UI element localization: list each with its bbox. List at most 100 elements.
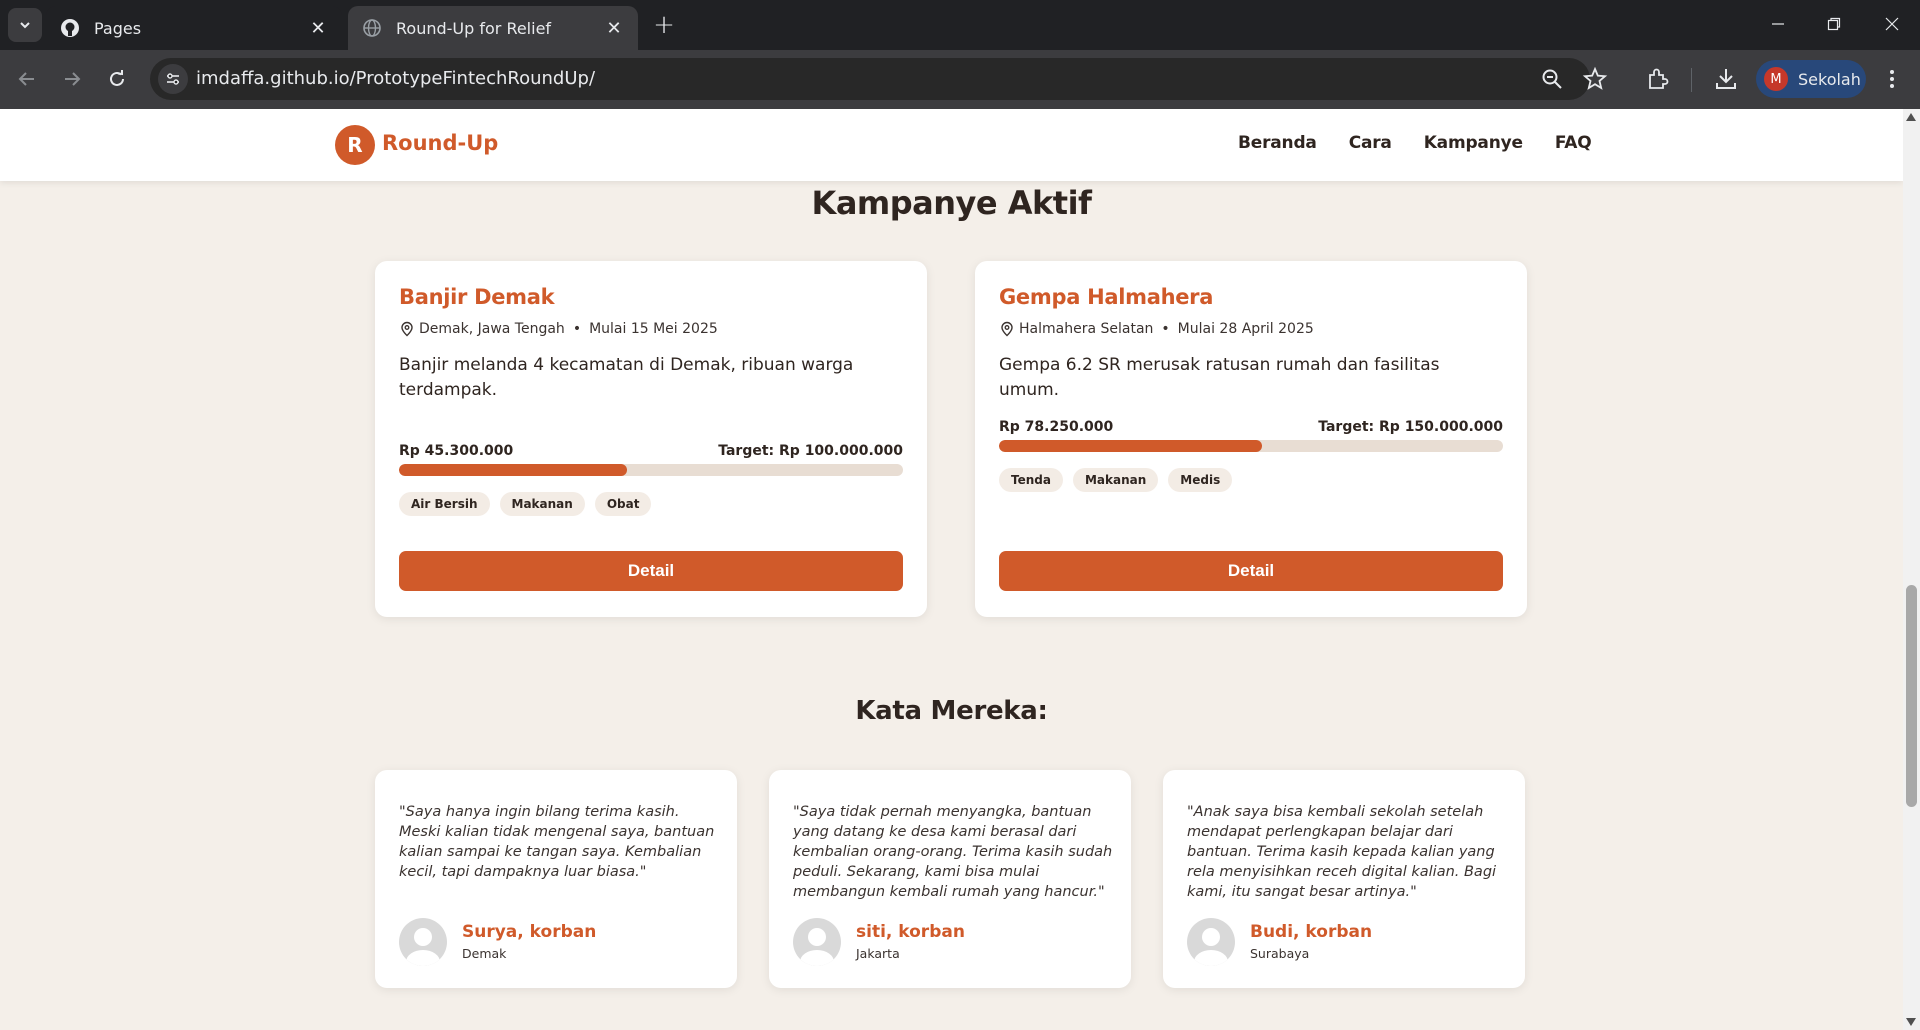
scroll-up-arrow[interactable] [1906, 113, 1916, 121]
testimonial-location: Demak [462, 946, 507, 961]
testimonial-location: Jakarta [856, 946, 900, 961]
url-text[interactable]: imdaffa.github.io/PrototypeFintechRoundU… [196, 68, 595, 89]
extensions-icon[interactable] [1643, 64, 1673, 94]
campaign-description: Gempa 6.2 SR merusak ratusan rumah dan f… [999, 355, 1440, 400]
globe-icon [363, 19, 381, 37]
tag-list: Air Bersih Makanan Obat [399, 492, 661, 516]
testimonials-heading: Kata Mereka: [855, 696, 1048, 726]
github-icon [61, 19, 79, 37]
testimonial-quote: "Saya tidak pernah menyangka, bantuan ya… [793, 804, 1113, 900]
arrow-right-icon [65, 72, 81, 86]
minimize-icon [1772, 23, 1784, 25]
nav-link-beranda[interactable]: Beranda [1238, 133, 1317, 153]
campaign-start-date: Mulai 15 Mei 2025 [589, 321, 718, 337]
page-viewport: R Round-Up Beranda Cara Kampanye FAQ Kam… [0, 109, 1903, 1030]
nav-links: Beranda Cara Kampanye FAQ [1238, 133, 1624, 153]
restore-icon [1827, 17, 1841, 31]
avatar [399, 918, 447, 966]
tag-badge: Makanan [1072, 468, 1159, 492]
reload-button[interactable] [100, 62, 134, 96]
arrow-left-icon [18, 72, 34, 86]
campaign-name: Banjir Demak [399, 285, 555, 309]
user-placeholder-icon [406, 928, 440, 966]
close-icon [1885, 17, 1899, 31]
progress-fill [999, 440, 1263, 452]
campaign-location: Demak, Jawa Tengah [419, 321, 565, 337]
nav-link-kampanye[interactable]: Kampanye [1424, 133, 1523, 153]
tab-title: Round-Up for Relief [396, 18, 552, 38]
campaign-description: Banjir melanda 4 kecamatan di Demak, rib… [399, 355, 854, 400]
restore-button[interactable] [1806, 0, 1862, 48]
forward-button[interactable] [55, 62, 89, 96]
bookmark-star-icon[interactable] [1582, 66, 1608, 92]
progress-bar [399, 464, 903, 476]
browser-menu-button[interactable] [1877, 64, 1907, 94]
avatar: M [1764, 67, 1788, 91]
nav-link-faq[interactable]: FAQ [1555, 133, 1592, 153]
testimonial-name: Surya, korban [462, 922, 597, 942]
site-info-icon[interactable] [158, 64, 188, 94]
profile-button[interactable]: M Sekolah [1756, 60, 1866, 98]
campaign-location: Halmahera Selatan [1019, 321, 1154, 337]
tag-badge: Medis [1168, 468, 1233, 492]
chevron-down-icon [20, 22, 30, 29]
reload-icon [110, 70, 124, 86]
tag-badge: Air Bersih [399, 492, 490, 516]
page-scrollbar[interactable] [1903, 109, 1920, 1030]
campaign-amounts: Rp 78.250.000 Target: Rp 150.000.000 [999, 419, 1503, 435]
close-icon[interactable]: ✕ [308, 18, 328, 39]
avatar [793, 918, 841, 966]
detail-button[interactable]: Detail [999, 551, 1503, 591]
raised-amount: Rp 78.250.000 [999, 419, 1114, 435]
testimonial-name: siti, korban [856, 922, 965, 942]
raised-amount: Rp 45.300.000 [399, 443, 514, 459]
testimonial-card: "Anak saya bisa kembali sekolah setelah … [1163, 770, 1525, 988]
toolbar-divider [1691, 68, 1692, 92]
avatar [1187, 918, 1235, 966]
testimonial-quote: "Saya hanya ingin bilang terima kasih. M… [399, 804, 715, 880]
testimonial-quote: "Anak saya bisa kembali sekolah setelah … [1187, 804, 1497, 900]
testimonial-card: "Saya tidak pernah menyangka, bantuan ya… [769, 770, 1131, 988]
address-bar[interactable]: imdaffa.github.io/PrototypeFintechRoundU… [150, 58, 1608, 100]
logo-text[interactable]: Round-Up [382, 131, 498, 155]
campaign-meta: Halmahera Selatan • Mulai 28 April 2025 [999, 321, 1314, 337]
profile-name: Sekolah [1798, 69, 1861, 89]
logo-badge[interactable]: R [335, 125, 375, 165]
campaign-meta: Demak, Jawa Tengah • Mulai 15 Mei 2025 [399, 321, 718, 337]
tab-search-button[interactable] [8, 8, 42, 42]
progress-fill [399, 464, 628, 476]
zoom-out-icon[interactable] [1540, 67, 1564, 91]
minimize-button[interactable] [1750, 0, 1806, 48]
target-amount: Target: Rp 150.000.000 [1318, 419, 1503, 435]
tab-pages[interactable]: Pages ✕ [46, 6, 342, 50]
scroll-thumb[interactable] [1906, 585, 1917, 807]
nav-link-cara[interactable]: Cara [1349, 133, 1392, 153]
campaign-card: Gempa Halmahera Halmahera Selatan • Mula… [975, 261, 1527, 617]
testimonial-name: Budi, korban [1250, 922, 1373, 942]
detail-button[interactable]: Detail [399, 551, 903, 591]
tune-icon [167, 73, 179, 85]
scroll-down-arrow[interactable] [1906, 1018, 1916, 1026]
back-button[interactable] [10, 62, 44, 96]
tab-round-up[interactable]: Round-Up for Relief ✕ [348, 6, 638, 50]
window-close-button[interactable] [1864, 0, 1920, 48]
tag-badge: Makanan [499, 492, 585, 516]
target-amount: Target: Rp 100.000.000 [718, 443, 903, 459]
download-icon[interactable] [1711, 64, 1741, 94]
tag-list: Tenda Makanan Medis [999, 468, 1242, 492]
new-tab-button[interactable]: + [650, 10, 678, 40]
meta-separator: • [572, 321, 582, 337]
testimonial-card: "Saya hanya ingin bilang terima kasih. M… [375, 770, 737, 988]
map-pin-icon [401, 321, 413, 337]
user-placeholder-icon [1194, 928, 1228, 966]
meta-separator: • [1161, 321, 1170, 337]
browser-toolbar: imdaffa.github.io/PrototypeFintechRoundU… [0, 50, 1920, 109]
campaign-amounts: Rp 45.300.000 Target: Rp 100.000.000 [399, 443, 903, 459]
map-pin-icon [1001, 321, 1013, 337]
campaigns-heading: Kampanye Aktif [811, 184, 1092, 222]
campaign-card: Banjir Demak Demak, Jawa Tengah • Mulai … [375, 261, 927, 617]
close-icon[interactable]: ✕ [604, 18, 624, 39]
browser-tab-bar: Pages ✕ Round-Up for Relief ✕ + [0, 0, 1920, 50]
tag-badge: Obat [594, 492, 652, 516]
site-navbar: R Round-Up Beranda Cara Kampanye FAQ [0, 109, 1903, 181]
